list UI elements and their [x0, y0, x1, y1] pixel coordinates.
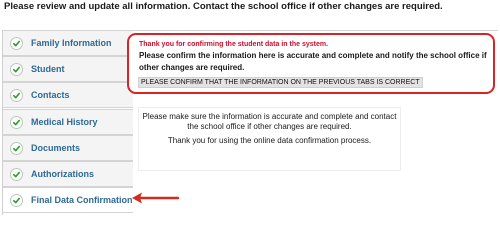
check-circle-icon [10, 142, 23, 155]
info-panel: Please make sure the information is accu… [138, 107, 401, 171]
confirmation-alert: Thank you for confirming the student dat… [127, 33, 495, 94]
tab-family-information[interactable]: Family Information [3, 30, 133, 56]
check-circle-icon [10, 89, 23, 102]
info-message: Please make sure the information is accu… [142, 112, 397, 131]
tab-documents[interactable]: Documents [3, 135, 133, 161]
arrow-left-icon [132, 192, 180, 204]
check-circle-icon [10, 63, 23, 76]
tab-final-data-confirmation[interactable]: Final Data Confirmation [3, 187, 133, 213]
tab-list: Family Information Student Contacts Medi… [2, 30, 133, 215]
tab-medical-history[interactable]: Medical History [3, 109, 133, 135]
check-circle-icon [10, 194, 23, 207]
check-circle-icon [10, 37, 23, 50]
check-circle-icon [10, 168, 23, 181]
instruction-text: Please review and update all information… [4, 1, 443, 12]
tab-label: Documents [31, 143, 81, 153]
check-circle-icon [10, 116, 23, 129]
confirm-information-button[interactable]: PLEASE CONFIRM THAT THE INFORMATION ON T… [138, 77, 423, 88]
alert-title: Thank you for confirming the student dat… [139, 41, 329, 48]
thank-you-message: Thank you for using the online data conf… [167, 136, 372, 145]
alert-text: Please confirm the information here is a… [139, 51, 487, 72]
tab-label: Student [31, 64, 65, 74]
tab-label: Final Data Confirmation [31, 195, 133, 205]
tab-label: Medical History [31, 117, 98, 127]
tab-contacts[interactable]: Contacts [3, 82, 133, 108]
tab-authorizations[interactable]: Authorizations [3, 161, 133, 187]
tab-label: Authorizations [31, 169, 94, 179]
tab-label: Family Information [31, 38, 112, 48]
tab-label: Contacts [31, 90, 70, 100]
tab-student[interactable]: Student [3, 56, 133, 82]
